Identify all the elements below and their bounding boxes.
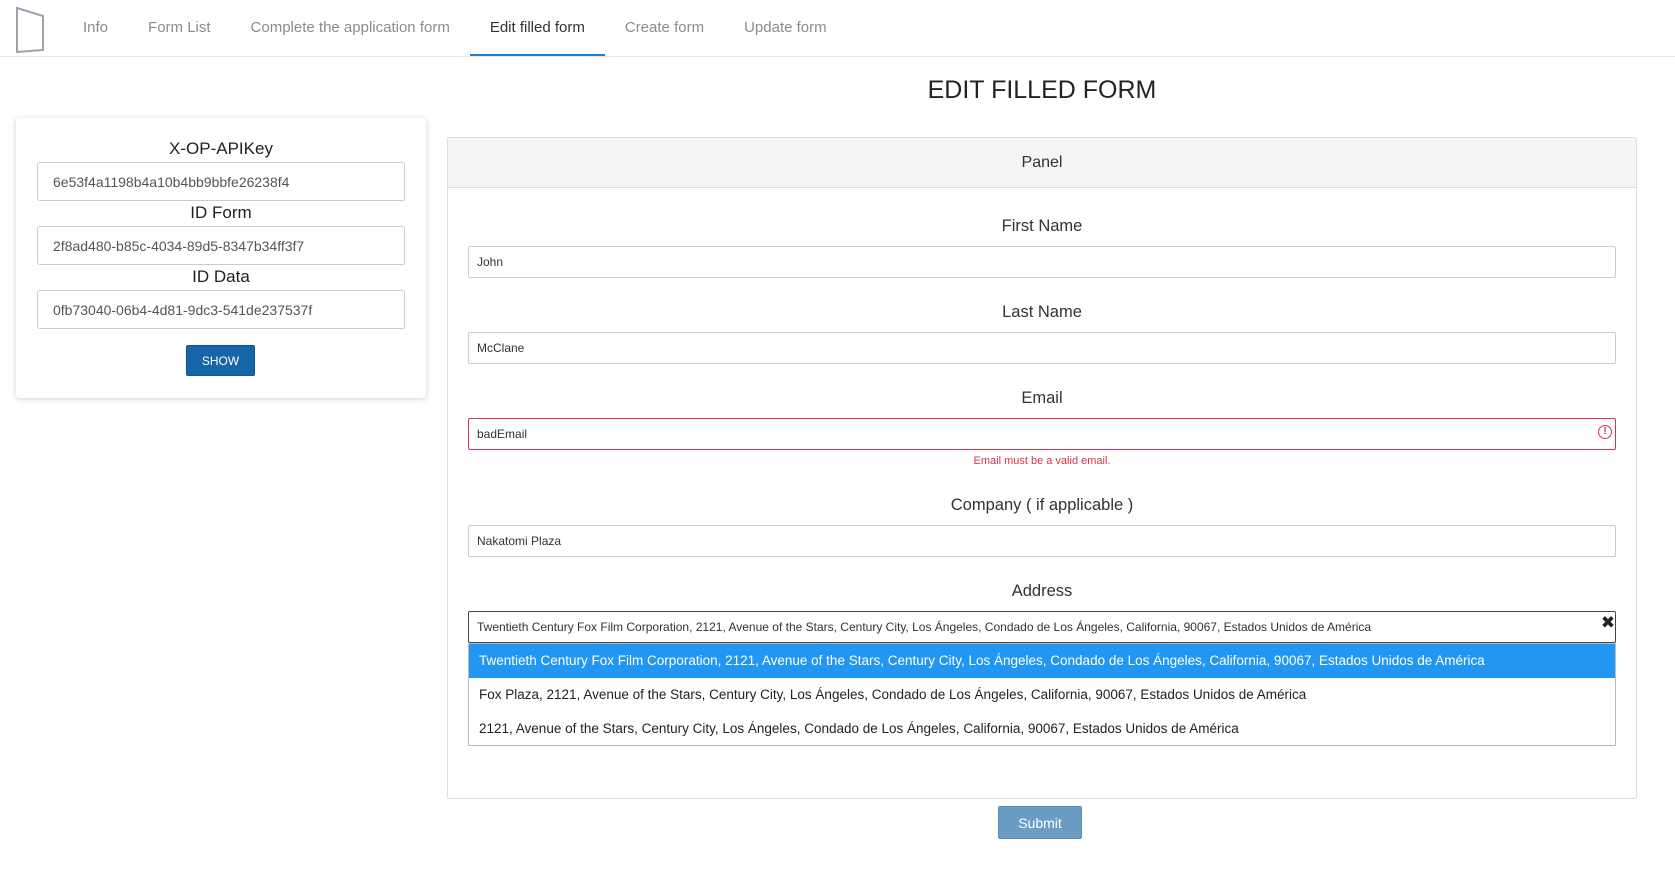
api-key-label: X-OP-APIKey <box>169 139 273 158</box>
form-id-input[interactable] <box>37 226 405 265</box>
tab-info[interactable]: Info <box>63 0 128 56</box>
email-label: Email <box>1021 389 1063 407</box>
logo-icon[interactable] <box>15 6 45 54</box>
address-label: Address <box>1011 582 1073 600</box>
nav-tabs: Info Form List Complete the application … <box>63 0 847 57</box>
close-icon[interactable]: ✖ <box>1599 614 1617 632</box>
address-option[interactable]: Fox Plaza, 2121, Avenue of the Stars, Ce… <box>469 678 1615 712</box>
tab-update-form[interactable]: Update form <box>724 0 847 56</box>
company-input[interactable] <box>468 525 1616 557</box>
error-circle-icon: ! <box>1598 425 1612 439</box>
page-title: EDIT FILLED FORM <box>927 76 1157 104</box>
address-option[interactable]: Twentieth Century Fox Film Corporation, … <box>469 644 1615 678</box>
last-name-input[interactable] <box>468 332 1616 364</box>
panel-heading: Panel <box>448 138 1636 188</box>
email-error-message: Email must be a valid email. <box>973 455 1111 467</box>
address-suggestions: Twentieth Century Fox Film Corporation, … <box>468 643 1616 746</box>
tab-edit-filled-form[interactable]: Edit filled form <box>469 0 605 56</box>
form-panel: Panel First Name Last Name Email ! Email… <box>447 137 1637 799</box>
address-option[interactable]: 2121, Avenue of the Stars, Century City,… <box>469 712 1615 746</box>
submit-button[interactable]: Submit <box>998 806 1082 839</box>
credentials-card: X-OP-APIKey ID Form ID Data SHOW <box>16 118 426 398</box>
first-name-label: First Name <box>1001 217 1083 235</box>
form-id-label: ID Form <box>190 203 252 222</box>
company-label: Company ( if applicable ) <box>950 496 1134 514</box>
tab-form-list[interactable]: Form List <box>128 0 231 56</box>
tab-create-form[interactable]: Create form <box>605 0 724 56</box>
data-id-input[interactable] <box>37 290 405 329</box>
last-name-label: Last Name <box>1002 303 1082 321</box>
show-button[interactable]: SHOW <box>186 345 255 376</box>
address-input[interactable] <box>468 611 1616 643</box>
first-name-input[interactable] <box>468 246 1616 278</box>
api-key-input[interactable] <box>37 162 405 201</box>
email-input[interactable] <box>468 418 1616 450</box>
tab-complete-application-form[interactable]: Complete the application form <box>231 0 470 56</box>
top-navbar: Info Form List Complete the application … <box>0 0 1675 57</box>
data-id-label: ID Data <box>192 267 250 286</box>
